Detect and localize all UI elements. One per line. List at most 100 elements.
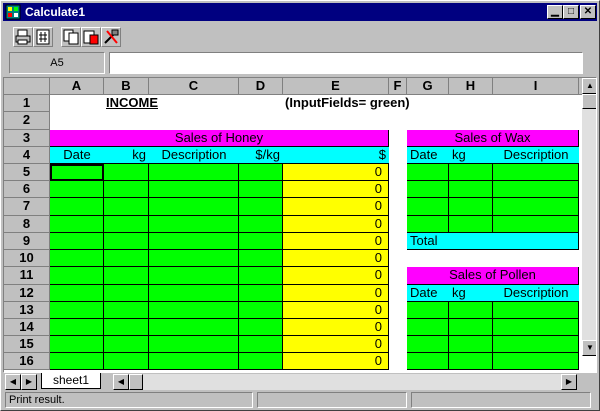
cell-h7[interactable] [449, 198, 493, 216]
cell-d4[interactable]: $/kg [239, 147, 283, 164]
scroll-up-button[interactable]: ▲ [582, 78, 596, 94]
row-header-15[interactable]: 15 [4, 336, 50, 353]
print-button[interactable] [13, 27, 33, 47]
column-header-f[interactable]: F [389, 78, 407, 95]
cell-b6[interactable] [104, 181, 149, 198]
cell-i6[interactable] [493, 181, 579, 198]
cell-i1[interactable] [493, 95, 579, 112]
cell-g14[interactable] [407, 319, 449, 336]
cell-f12[interactable] [389, 285, 407, 302]
cell-i15[interactable] [493, 336, 579, 353]
cell-e16[interactable]: 0 [283, 353, 389, 370]
cell-f6[interactable] [389, 181, 407, 198]
cell-b13[interactable] [104, 302, 149, 319]
row-header-7[interactable]: 7 [4, 198, 50, 216]
cell-i5[interactable] [493, 164, 579, 181]
cell-b4[interactable]: kg [104, 147, 149, 164]
cell-f10[interactable] [389, 250, 407, 267]
cell-a13[interactable] [50, 302, 104, 319]
cell-h6[interactable] [449, 181, 493, 198]
cell-d5[interactable] [239, 164, 283, 181]
cell-e13[interactable]: 0 [283, 302, 389, 319]
cell-g5[interactable] [407, 164, 449, 181]
select-all-corner[interactable] [4, 78, 50, 95]
cell-f7[interactable] [389, 198, 407, 216]
cell-a1[interactable] [50, 95, 104, 112]
cell-d10[interactable] [239, 250, 283, 267]
cell-f15[interactable] [389, 336, 407, 353]
row-header-8[interactable]: 8 [4, 216, 50, 233]
cell-b8[interactable] [104, 216, 149, 233]
cell-g10[interactable] [407, 250, 449, 267]
cell-d11[interactable] [239, 267, 283, 285]
wax-title[interactable]: Sales of Wax [407, 130, 579, 147]
cell-g1[interactable] [407, 95, 449, 112]
cell-d6[interactable] [239, 181, 283, 198]
cell-c14[interactable] [149, 319, 239, 336]
cell-b10[interactable] [104, 250, 149, 267]
minimize-button[interactable]: ▁ [547, 5, 563, 19]
cell-b5[interactable] [104, 164, 149, 181]
hscroll-right-button[interactable]: ▶ [561, 374, 577, 390]
cell-e11[interactable]: 0 [283, 267, 389, 285]
cell-h14[interactable] [449, 319, 493, 336]
horizontal-scrollbar[interactable]: ◀ ▶ [113, 374, 577, 390]
paste-button[interactable] [81, 27, 101, 47]
cell-f1[interactable] [389, 95, 407, 112]
cell-c1[interactable] [149, 95, 239, 112]
cell-e15[interactable]: 0 [283, 336, 389, 353]
cell-h10[interactable] [449, 250, 493, 267]
cell-c8[interactable] [149, 216, 239, 233]
row-header-14[interactable]: 14 [4, 319, 50, 336]
cell-b9[interactable] [104, 233, 149, 250]
cell-d16[interactable] [239, 353, 283, 370]
tab-scroll-left-button[interactable]: ◀ [5, 374, 21, 390]
cell-g2[interactable] [407, 112, 449, 130]
row-header-5[interactable]: 5 [4, 164, 50, 181]
cell-a11[interactable] [50, 267, 104, 285]
cell-f11[interactable] [389, 267, 407, 285]
cell-c10[interactable] [149, 250, 239, 267]
cell-d7[interactable] [239, 198, 283, 216]
cell-e9[interactable]: 0 [283, 233, 389, 250]
cell-i4[interactable]: Description [493, 147, 579, 164]
cell-d9[interactable] [239, 233, 283, 250]
cell-g8[interactable] [407, 216, 449, 233]
cell-a8[interactable] [50, 216, 104, 233]
cell-a9[interactable] [50, 233, 104, 250]
cell-e12[interactable]: 0 [283, 285, 389, 302]
cell-a16[interactable] [50, 353, 104, 370]
cell-f3[interactable] [389, 130, 407, 147]
cell-f13[interactable] [389, 302, 407, 319]
cell-e4[interactable]: $ [283, 147, 389, 164]
cell-a2[interactable] [50, 112, 104, 130]
cell-e6[interactable]: 0 [283, 181, 389, 198]
cell-b12[interactable] [104, 285, 149, 302]
cell-d12[interactable] [239, 285, 283, 302]
column-header-e[interactable]: E [283, 78, 389, 95]
cell-h2[interactable] [449, 112, 493, 130]
formula-input[interactable] [109, 52, 583, 74]
cell-a12[interactable] [50, 285, 104, 302]
cell-d13[interactable] [239, 302, 283, 319]
cell-b16[interactable] [104, 353, 149, 370]
cell-f9[interactable] [389, 233, 407, 250]
tools-button[interactable] [101, 27, 121, 47]
row-header-12[interactable]: 12 [4, 285, 50, 302]
column-header-b[interactable]: B [104, 78, 149, 95]
cell-e8[interactable]: 0 [283, 216, 389, 233]
cell-c9[interactable] [149, 233, 239, 250]
cell-e14[interactable]: 0 [283, 319, 389, 336]
row-header-11[interactable]: 11 [4, 267, 50, 285]
column-header-c[interactable]: C [149, 78, 239, 95]
cell-b7[interactable] [104, 198, 149, 216]
cell-g13[interactable] [407, 302, 449, 319]
tab-scroll-right-button[interactable]: ▶ [21, 374, 37, 390]
row-header-4[interactable]: 4 [4, 147, 50, 164]
cell-c11[interactable] [149, 267, 239, 285]
cell-f2[interactable] [389, 112, 407, 130]
cell-a14[interactable] [50, 319, 104, 336]
cell-f14[interactable] [389, 319, 407, 336]
column-header-h[interactable]: H [449, 78, 493, 95]
cell-g4[interactable]: Date [407, 147, 449, 164]
